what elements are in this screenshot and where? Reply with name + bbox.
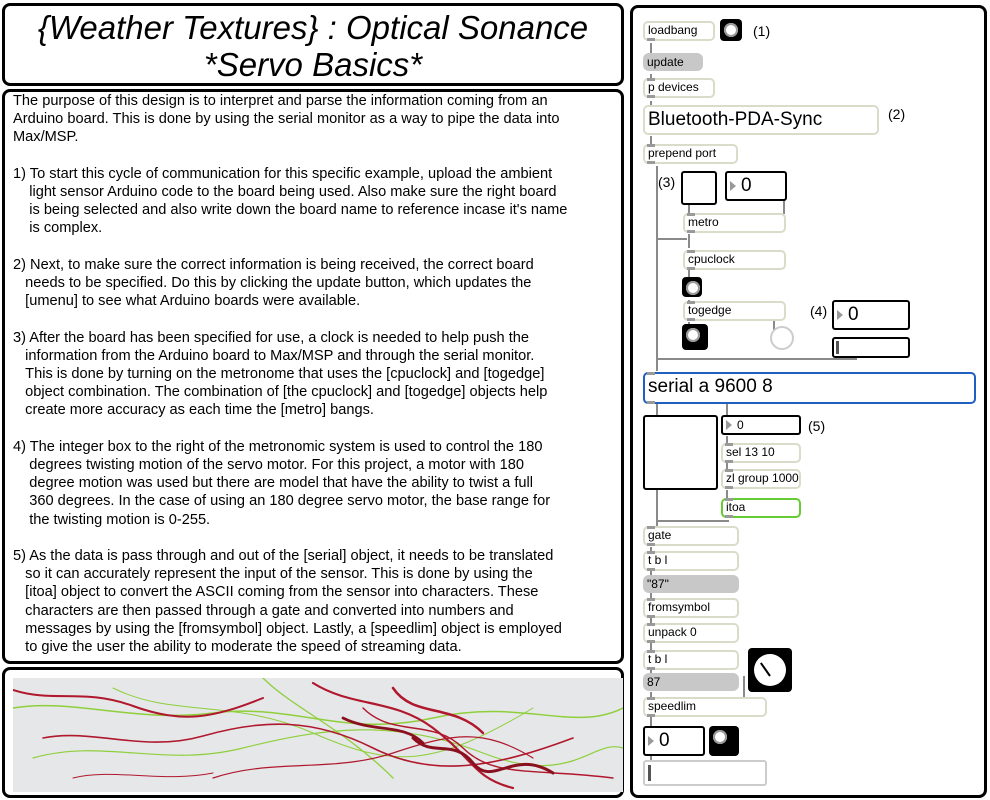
description-panel: The purpose of this design is to interpr… (2, 89, 624, 664)
loadbang-object[interactable]: loadbang (643, 21, 715, 41)
fromsymbol-label: fromsymbol (648, 600, 711, 614)
speedlim-label: speedlim (648, 699, 697, 713)
serial-number-value: 0 (737, 418, 744, 432)
gate-object[interactable]: gate (643, 526, 739, 546)
label-step-4: (4) (810, 303, 828, 319)
speed-dial[interactable] (748, 648, 792, 692)
zl-group-label: zl group 1000 (726, 471, 799, 485)
loadbang-bang-button[interactable] (720, 19, 742, 41)
togedge-left-bang-button[interactable] (682, 324, 708, 350)
output-number-box[interactable]: 0 (643, 726, 705, 756)
p-devices-object[interactable]: p devices (643, 78, 715, 98)
speedlim-object[interactable]: speedlim (643, 697, 767, 717)
description-text: The purpose of this design is to interpr… (13, 93, 568, 656)
update-message-button[interactable]: update (643, 53, 703, 71)
loadbang-label: loadbang (648, 23, 698, 37)
zl-group-object[interactable]: zl group 1000 (721, 469, 801, 489)
metro-label: metro (688, 215, 719, 229)
serial-output-display (643, 415, 718, 490)
patch-cord (656, 166, 658, 371)
cpuclock-bang-button[interactable] (682, 277, 702, 297)
togedge-right-bang-button[interactable] (770, 326, 794, 350)
device-umenu[interactable]: Bluetooth-PDA-Sync (643, 105, 879, 135)
patch-cord (657, 520, 729, 522)
trigger-1-label: t b l (648, 553, 668, 567)
weather-texture-photo (13, 678, 623, 792)
trigger-object-1[interactable]: t b l (643, 551, 739, 571)
gate-label: gate (648, 528, 672, 542)
cpuclock-object[interactable]: cpuclock (683, 250, 786, 270)
output-slider[interactable] (643, 760, 767, 786)
title-line-1: {Weather Textures} : Optical Sonance (37, 9, 589, 46)
servo-angle-slider[interactable] (832, 337, 910, 358)
patch-cord (650, 642, 652, 650)
sel-label: sel 13 10 (726, 445, 775, 459)
max-patch-panel[interactable]: loadbang (1) update p devices Bluetooth-… (630, 5, 987, 798)
togedge-label: togedge (688, 303, 732, 317)
unpack-object[interactable]: unpack 0 (643, 623, 739, 643)
title-line-2: *Servo Basics* (203, 46, 423, 83)
texture-drawing (13, 678, 623, 792)
itoa-label: itoa (726, 500, 746, 514)
servo-angle-number-box[interactable]: 0 (832, 300, 910, 330)
unpack-label: unpack 0 (648, 625, 697, 639)
trigger-2-label: t b l (648, 652, 668, 666)
metro-rate-number-box[interactable]: 0 (725, 171, 787, 201)
trigger-object-2[interactable]: t b l (643, 650, 739, 670)
serial-object[interactable]: serial a 9600 8 (643, 372, 976, 404)
metro-object[interactable]: metro (683, 213, 786, 233)
serial-number-box[interactable]: 0 (721, 415, 801, 435)
metro-toggle[interactable] (681, 171, 717, 205)
patch-cord (657, 238, 687, 240)
symbol-message-87[interactable]: "87" (643, 575, 739, 593)
cpuclock-label: cpuclock (688, 252, 735, 266)
sel-object[interactable]: sel 13 10 (721, 443, 801, 463)
title-panel: {Weather Textures} : Optical Sonance *Se… (2, 3, 624, 86)
p-devices-label: p devices (648, 80, 699, 94)
output-number-value: 0 (659, 730, 670, 751)
fromsymbol-object[interactable]: fromsymbol (643, 598, 739, 618)
itoa-object[interactable]: itoa (721, 498, 801, 518)
metro-rate-value: 0 (741, 175, 752, 196)
umenu-selected-value: Bluetooth-PDA-Sync (648, 109, 823, 130)
togedge-object[interactable]: togedge (683, 301, 786, 321)
patch-cord (657, 358, 857, 360)
prepend-port-object[interactable]: prepend port (643, 144, 738, 164)
patch-cord (688, 234, 690, 248)
patch-cord (650, 136, 652, 144)
label-step-2: (2) (888, 106, 906, 122)
servo-angle-value: 0 (848, 304, 859, 325)
label-step-5: (5) (808, 418, 826, 434)
label-step-3: (3) (658, 174, 676, 190)
serial-label: serial a 9600 8 (648, 376, 773, 397)
output-bang-button[interactable] (709, 726, 739, 756)
prepend-port-label: prepend port (648, 146, 717, 160)
number-message-87[interactable]: 87 (643, 673, 739, 691)
label-step-1: (1) (753, 23, 771, 39)
image-panel (2, 667, 624, 798)
